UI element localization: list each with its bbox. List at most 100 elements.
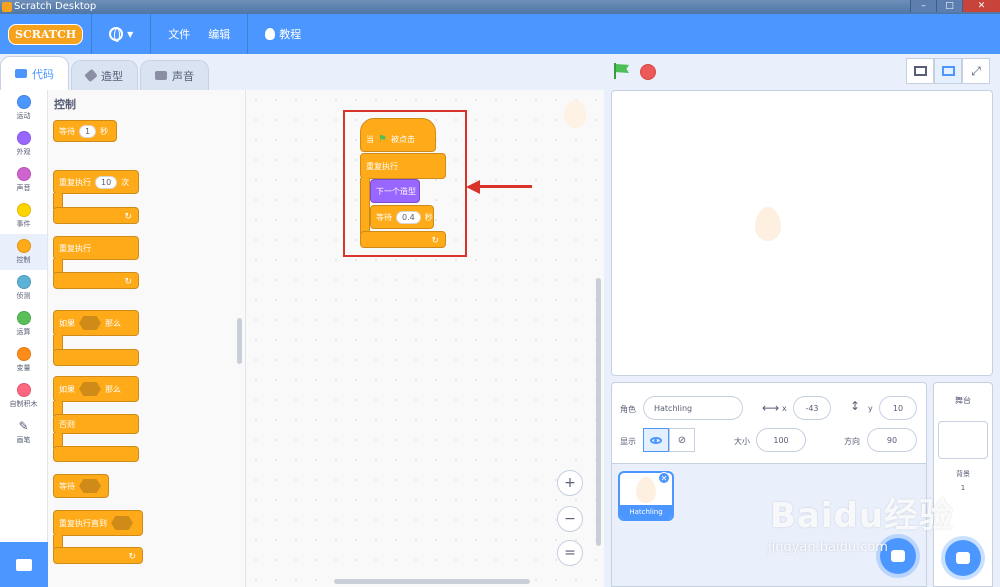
x-position-input[interactable]: -43 [793,396,831,420]
tab-sounds[interactable]: 声音 [140,60,209,90]
if-then-block[interactable]: 如果 那么 [53,310,139,336]
category-label: 声音 [16,184,31,192]
category-sound[interactable]: 声音 [0,162,47,198]
category-events[interactable]: 事件 [0,198,47,234]
lightbulb-icon [265,28,276,40]
hatchling-sprite[interactable] [755,207,781,241]
eye-icon [650,436,662,444]
block-label: 否则 [59,419,75,429]
repeat-block[interactable]: 重复执行 10 次 [53,170,139,194]
window-titlebar: Scratch Desktop – □ ✕ [0,0,1000,14]
image-icon [956,552,970,564]
category-menu: 运动 外观 声音 事件 控制 侦测 运算 变量 自制积木 ✎ 画笔 [0,90,48,542]
category-variables[interactable]: 变量 [0,342,47,378]
y-position-input[interactable]: 10 [879,396,917,420]
category-label: 侦测 [16,292,31,300]
scratch-logo[interactable]: SCRATCH [8,23,84,45]
block-label: 重复执行 [59,177,91,187]
cat-icon [891,550,905,562]
category-motion[interactable]: 运动 [0,90,47,126]
stage-size-controls: ⤢ [906,58,990,84]
minimize-button[interactable]: – [910,0,936,12]
tutorials-menu[interactable]: 教程 [256,14,310,54]
delete-sprite-icon[interactable]: ✕ [658,472,670,484]
normal-stage-button[interactable] [934,58,962,84]
code-icon [15,69,27,78]
palette-scrollbar[interactable] [237,318,242,364]
script-area[interactable]: 当 ⚑ 被点击 重复执行 下一个造型 等待 0.4 秒 ↻ + − = [246,90,604,587]
zoom-reset-button[interactable]: = [557,540,583,566]
stop-icon[interactable] [640,64,656,80]
annotation-arrow-head [466,180,480,194]
repeat-block-end: ↻ [53,207,139,224]
scratch-desktop-window: Scratch Desktop – □ ✕ SCRATCH ▼ 文件 编辑 教程… [0,0,1000,587]
small-stage-icon [913,66,927,76]
globe-icon [109,27,124,42]
zoom-out-button[interactable]: − [557,506,583,532]
category-control[interactable]: 控制 [0,234,47,270]
category-dot [16,239,31,253]
horizontal-arrows-icon: ⟷ [762,401,780,415]
pen-icon: ✎ [18,419,29,433]
file-menu[interactable]: 文件 [159,14,199,54]
block-input[interactable]: 10 [95,175,118,189]
if-else-block[interactable]: 如果 那么 [53,376,139,402]
stage-title: 舞台 [955,396,971,405]
menu-bar: SCRATCH ▼ 文件 编辑 教程 [0,14,1000,54]
close-button[interactable]: ✕ [962,0,1000,12]
green-flag-icon[interactable] [614,63,630,79]
category-looks[interactable]: 外观 [0,126,47,162]
zoom-in-icon: + [564,475,576,491]
show-sprite-button[interactable] [643,428,669,452]
condition-slot[interactable] [111,516,133,530]
block-input[interactable]: 1 [79,124,97,138]
loop-arrow-icon: ↻ [128,552,136,562]
category-label: 控制 [16,256,31,264]
loop-arrow-icon: ↻ [124,212,132,222]
tab-costumes[interactable]: 造型 [71,60,138,90]
block-label: 等待 [59,481,75,491]
if-else-block-end [53,446,139,462]
block-label: 重复执行 [59,243,91,253]
menu-divider [150,14,152,54]
app-icon [2,2,12,12]
brush-icon [84,68,98,83]
block-palette: 控制 等待 1 秒 重复执行 10 次 ↻ 重复执行 ↻ 如果 那么 如果 那么 [48,90,246,587]
maximize-button[interactable]: □ [936,0,962,12]
block-label: 次 [121,177,130,187]
condition-slot[interactable] [79,479,101,493]
category-dot [16,383,31,397]
if-then-block-end [53,349,139,366]
x-label: x [782,404,787,413]
category-sensing[interactable]: 侦测 [0,270,47,306]
wait-block[interactable]: 等待 1 秒 [53,120,117,142]
small-stage-button[interactable] [906,58,934,84]
script-horizontal-scrollbar[interactable] [334,579,530,584]
tab-code[interactable]: 代码 [0,56,69,90]
zoom-reset-icon: = [564,545,576,561]
stage-canvas[interactable] [611,90,993,376]
category-label: 运算 [16,328,31,336]
forever-block[interactable]: 重复执行 [53,236,139,260]
add-extension-button[interactable] [0,542,48,587]
fullscreen-icon: ⤢ [971,63,981,78]
language-menu[interactable]: ▼ [100,14,142,54]
choose-backdrop-button[interactable] [945,540,981,576]
edit-menu[interactable]: 编辑 [199,14,239,54]
size-input[interactable]: 100 [756,428,806,452]
category-operators[interactable]: 运算 [0,306,47,342]
direction-input[interactable]: 90 [867,428,917,452]
repeat-until-block[interactable]: 重复执行直到 [53,510,143,536]
fullscreen-button[interactable]: ⤢ [962,58,990,84]
zoom-in-button[interactable]: + [557,470,583,496]
forever-block-end: ↻ [53,272,139,289]
condition-slot[interactable] [79,382,101,396]
script-vertical-scrollbar[interactable] [596,278,601,546]
hide-sprite-button[interactable]: ⊘ [669,428,695,452]
category-pen[interactable]: ✎ 画笔 [0,414,47,450]
sprite-name-input[interactable]: Hatchling [643,396,743,420]
condition-slot[interactable] [79,316,101,330]
sprite-watermark [564,100,586,128]
wait-until-block[interactable]: 等待 [53,474,109,498]
category-my-blocks[interactable]: 自制积木 [0,378,47,414]
